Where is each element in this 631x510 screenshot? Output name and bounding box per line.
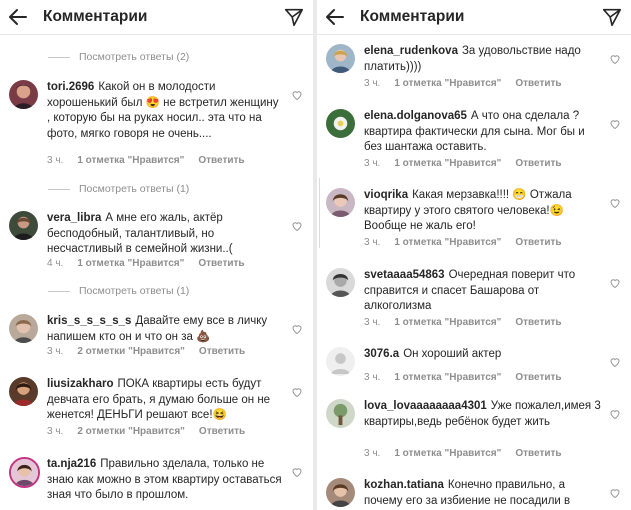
like-heart-icon[interactable] [609,277,621,289]
page-title: Комментарии [43,8,148,25]
reply-button[interactable]: Ответить [198,155,244,166]
comment-username[interactable]: vera_libra [47,212,101,224]
comment-meta: 3 ч. 1 отметка "Нравится" Ответить [364,237,562,248]
comment-username[interactable]: svetaaaa54863 [364,269,445,281]
comment-meta: 3 ч. 2 отметки "Нравится" Ответить [47,426,246,437]
page-title: Комментарии [360,8,465,25]
like-heart-icon[interactable] [609,197,621,209]
comment-text: kozhan.tatiana Конечно правильно, а почем… [364,479,571,507]
thread-indicator [319,178,320,248]
comment-meta: 4 ч. 1 отметка "Нравится" Ответить [47,258,245,269]
reply-button[interactable]: Ответить [199,426,245,437]
comment-text: tori.2696 Какой он в молодости хорошеньки… [47,81,279,140]
like-heart-icon[interactable] [609,118,621,130]
likes-count[interactable]: 1 отметка "Нравится" [394,237,501,248]
comment-text: elena_rudenkova За удовольствие надо плат… [364,45,581,73]
like-heart-icon[interactable] [609,408,621,420]
comment-text: vioqrika Какая мерзавка!!!! 😁 Отжала квар… [364,189,572,232]
avatar[interactable] [9,457,40,488]
comment-text: kris_s_s_s_s_s Давайте ему все в личку на… [47,315,268,343]
comment-text: ta.nja216 Правильно зделала, только не зн… [47,458,282,501]
likes-count[interactable]: 2 отметки "Нравится" [77,346,185,357]
likes-count[interactable]: 2 отметки "Нравится" [77,426,185,437]
like-heart-icon[interactable] [291,466,303,478]
comment-text: 3076.a Он хороший актер [364,348,502,360]
comment-meta: 3 ч. 2 отметки "Нравится" Ответить [47,346,246,357]
comment-meta: 3 ч. 1 отметка "Нравится" Ответить [364,78,562,89]
right-comments-panel: Комментарии elena_rudenkova За удовольств… [317,0,631,510]
reply-button[interactable]: Ответить [515,317,561,328]
avatar[interactable] [9,377,38,406]
like-heart-icon[interactable] [291,386,303,398]
view-replies-link[interactable]: Посмотреть ответы (1) [48,183,189,195]
like-heart-icon[interactable] [291,220,303,232]
comment-username[interactable]: lova_lovaaaaaaaa4301 [364,400,487,412]
avatar[interactable] [326,478,355,507]
comment-username[interactable]: elena_rudenkova [364,45,458,57]
comment-username[interactable]: ta.nja216 [47,458,96,470]
like-heart-icon[interactable] [291,323,303,335]
header: Комментарии [0,0,313,35]
avatar[interactable] [326,109,355,138]
likes-count[interactable]: 1 отметка "Нравится" [77,155,184,166]
likes-count[interactable]: 1 отметка "Нравится" [394,317,501,328]
like-heart-icon[interactable] [609,356,621,368]
comment-username[interactable]: liusizakharo [47,378,113,390]
comment-username[interactable]: elena.dolganova65 [364,110,467,122]
comment-meta: 3 ч. 1 отметка "Нравится" Ответить [364,158,562,169]
avatar[interactable] [326,268,355,297]
reply-button[interactable]: Ответить [515,372,561,383]
comment-text: svetaaaa54863 Очередная поверит что справ… [364,269,576,312]
likes-count[interactable]: 1 отметка "Нравится" [394,78,501,89]
comment-text: elena.dolganova65 А что она сделала ? ква… [364,110,585,153]
avatar[interactable] [9,211,38,240]
comment-text: lova_lovaaaaaaaa4301 Уже пожалел,имея 3 к… [364,400,601,428]
comment-username[interactable]: kozhan.tatiana [364,479,444,491]
header: Комментарии [317,0,631,35]
view-replies-link[interactable]: Посмотреть ответы (2) [48,51,189,63]
avatar[interactable] [326,347,355,376]
likes-count[interactable]: 1 отметка "Нравится" [77,258,184,269]
comment-username[interactable]: vioqrika [364,189,408,201]
avatar[interactable] [326,44,355,73]
back-arrow-icon[interactable] [323,5,347,29]
like-heart-icon[interactable] [609,487,621,499]
direct-message-icon[interactable] [283,6,305,28]
like-heart-icon[interactable] [609,53,621,65]
reply-button[interactable]: Ответить [515,448,561,459]
likes-count[interactable]: 1 отметка "Нравится" [394,158,501,169]
comment-username[interactable]: tori.2696 [47,81,94,93]
view-replies-link[interactable]: Посмотреть ответы (1) [48,285,189,297]
reply-button[interactable]: Ответить [199,346,245,357]
comment-meta: 3 ч. 1 отметка "Нравится" Ответить [47,155,245,166]
likes-count[interactable]: 1 отметка "Нравится" [394,372,501,383]
likes-count[interactable]: 1 отметка "Нравится" [394,448,501,459]
comment-username[interactable]: kris_s_s_s_s_s [47,315,131,327]
comment-meta: 3 ч. 1 отметка "Нравится" Ответить [364,317,562,328]
avatar[interactable] [9,314,38,343]
like-heart-icon[interactable] [291,89,303,101]
comment-meta: 3 ч. 1 отметка "Нравится" Ответить [364,372,562,383]
reply-button[interactable]: Ответить [515,78,561,89]
back-arrow-icon[interactable] [6,5,30,29]
comment-username[interactable]: 3076.a [364,348,399,360]
direct-message-icon[interactable] [601,6,623,28]
comment-meta: 3 ч. 1 отметка "Нравится" Ответить [364,448,562,459]
reply-button[interactable]: Ответить [515,158,561,169]
avatar[interactable] [9,80,38,109]
avatar[interactable] [326,399,355,428]
left-comments-panel: Комментарии Посмотреть ответы (2) tori.2… [0,0,313,510]
avatar[interactable] [326,188,355,217]
comment-text: liusizakharo ПОКА квартиры есть будут дев… [47,378,271,421]
reply-button[interactable]: Ответить [198,258,244,269]
comment-text: vera_libra А мне его жаль, актёр бесподоб… [47,212,233,255]
reply-button[interactable]: Ответить [515,237,561,248]
